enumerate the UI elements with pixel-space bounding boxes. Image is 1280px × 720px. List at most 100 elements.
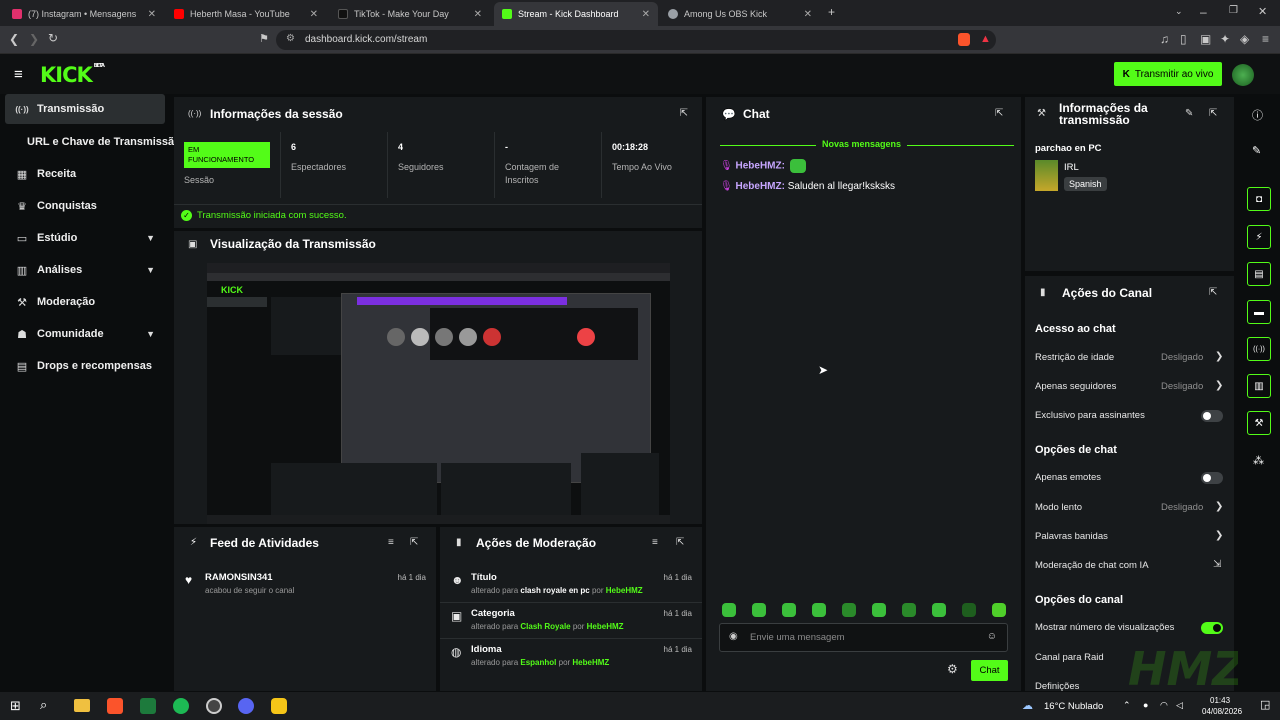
kick-logo[interactable]: KICK BETA	[40, 63, 105, 87]
sidebar-item-url-key[interactable]: URL e Chave de Transmissão	[5, 127, 175, 157]
chevron-right-icon[interactable]: ❯	[1215, 351, 1223, 362]
go-live-button[interactable]: K Transmitir ao vivo	[1114, 62, 1222, 86]
chevron-right-icon[interactable]: ❯	[1215, 501, 1223, 512]
sidebar-item-drops[interactable]: ▤ Drops e recompensas	[5, 351, 165, 381]
document-icon[interactable]: ▤	[1247, 262, 1271, 286]
send-chat-button[interactable]: Chat	[971, 660, 1008, 681]
badge-icon[interactable]: ◉	[729, 631, 738, 642]
emote-icon[interactable]	[752, 603, 766, 617]
capture-icon[interactable]: ◘	[1247, 187, 1271, 211]
obs-icon[interactable]	[206, 698, 222, 714]
close-icon[interactable]: ✕	[310, 9, 318, 20]
slow-mode-option[interactable]: Modo lento	[1035, 502, 1082, 513]
volume-icon[interactable]: ◁	[1176, 700, 1183, 711]
filter-icon[interactable]: ≡	[652, 537, 658, 548]
layout-icon[interactable]: ▥	[1247, 374, 1271, 398]
emote-icon[interactable]	[962, 603, 976, 617]
windows-start-icon[interactable]: ⊞	[10, 698, 21, 714]
ai-moderation-option[interactable]: Moderação de chat com IA	[1035, 560, 1149, 571]
brave-browser-icon[interactable]	[107, 698, 123, 714]
browser-tab-kick[interactable]: Stream - Kick Dashboard ✕	[494, 2, 658, 26]
category-thumbnail[interactable]	[1035, 160, 1058, 191]
browser-tab-instagram[interactable]: (7) Instagram • Mensagens ✕	[4, 2, 164, 26]
filter-icon[interactable]: ≡	[388, 537, 394, 548]
reload-icon[interactable]: ↻	[48, 31, 58, 45]
banned-words-option[interactable]: Palavras banidas	[1035, 531, 1108, 542]
emote-icon[interactable]	[992, 603, 1006, 617]
vpn-icon[interactable]: ◈	[1240, 32, 1249, 46]
info-icon[interactable]: ⓘ	[1252, 107, 1263, 123]
close-window-icon[interactable]: ✕	[1258, 5, 1267, 18]
broadcast-icon[interactable]: ((·))	[1247, 337, 1271, 361]
maximize-icon[interactable]: ❐	[1229, 5, 1238, 16]
sidebar-toggle-icon[interactable]: ▯	[1180, 32, 1187, 46]
search-icon[interactable]: ⌕	[40, 697, 47, 713]
browser-tab-tiktok[interactable]: TikTok - Make Your Day ✕	[330, 2, 490, 26]
tray-chevron-icon[interactable]: ⌃	[1123, 700, 1131, 711]
wallet-icon[interactable]: ▣	[1200, 32, 1211, 46]
menu-icon[interactable]: ≡	[1262, 32, 1269, 46]
close-icon[interactable]: ✕	[804, 9, 812, 20]
spotify-icon[interactable]	[173, 698, 189, 714]
media-icon[interactable]: ♫	[1160, 32, 1169, 46]
chevron-right-icon[interactable]: ❯	[1215, 380, 1223, 391]
notifications-icon[interactable]: ◲	[1260, 698, 1270, 711]
sidebar-item-conquistas[interactable]: ♛ Conquistas	[5, 191, 165, 221]
wrench-icon[interactable]: ⚒	[1247, 411, 1271, 435]
stream-preview-video[interactable]: KICK	[207, 263, 670, 524]
tray-app-icon[interactable]: ●	[1143, 700, 1148, 710]
ai-icon[interactable]: ✦	[1220, 32, 1230, 46]
tab-search-icon[interactable]: ⌄	[1175, 6, 1183, 17]
app-icon[interactable]	[271, 698, 287, 714]
gear-icon[interactable]: ⚙	[947, 662, 958, 676]
community-icon[interactable]: ⁂	[1253, 454, 1264, 467]
sidebar-item-estudio[interactable]: ▭ Estúdio ▼	[5, 223, 165, 253]
subscribers-only-toggle[interactable]	[1201, 410, 1223, 422]
emotes-only-toggle[interactable]	[1201, 472, 1223, 484]
emote-icon[interactable]	[842, 603, 856, 617]
sidebar-item-receita[interactable]: ▦ Receita	[5, 159, 165, 189]
site-info-icon[interactable]: ⚙	[286, 33, 295, 44]
chat-icon[interactable]: ▬	[1247, 300, 1271, 324]
raid-channel-option[interactable]: Canal para Raid	[1035, 652, 1104, 663]
popout-icon[interactable]: ⇱	[676, 537, 684, 548]
category-name[interactable]: IRL	[1064, 162, 1079, 173]
emote-icon[interactable]	[812, 603, 826, 617]
rewards-icon[interactable]: ▲	[980, 33, 991, 45]
emote-icon[interactable]	[782, 603, 796, 617]
wifi-icon[interactable]: ◠	[1160, 700, 1168, 711]
weather-text[interactable]: 16°C Nublado	[1044, 701, 1103, 712]
minimize-icon[interactable]: –	[1200, 5, 1207, 19]
sidebar-item-analises[interactable]: ▥ Análises ▼	[5, 255, 165, 285]
external-link-icon[interactable]: ⇲	[1213, 559, 1221, 570]
brave-shield-icon[interactable]	[958, 33, 970, 46]
close-icon[interactable]: ✕	[148, 9, 156, 20]
bookmark-icon[interactable]: ⚑	[259, 32, 269, 45]
chat-input[interactable]: ◉ Envie uma mensagem ☺	[719, 623, 1008, 652]
clock-time[interactable]: 01:43	[1210, 696, 1230, 705]
popout-icon[interactable]: ⇱	[410, 537, 418, 548]
discord-icon[interactable]	[238, 698, 254, 714]
forward-icon[interactable]: ❯	[29, 32, 39, 46]
emoji-icon[interactable]: ☺	[987, 631, 997, 642]
popout-icon[interactable]: ⇱	[1209, 108, 1217, 119]
emote-icon[interactable]	[872, 603, 886, 617]
chevron-right-icon[interactable]: ❯	[1215, 530, 1223, 541]
address-bar[interactable]: ⚙ dashboard.kick.com/stream	[276, 30, 996, 50]
back-icon[interactable]: ❮	[9, 32, 19, 46]
emote-icon[interactable]	[902, 603, 916, 617]
sidebar-item-moderacao[interactable]: ⚒ Moderação	[5, 287, 165, 317]
popout-icon[interactable]: ⇱	[995, 108, 1003, 119]
file-explorer-icon[interactable]	[74, 699, 90, 712]
settings-option[interactable]: Definições	[1035, 681, 1079, 691]
lightning-icon[interactable]: ⚡	[1247, 225, 1271, 249]
show-views-toggle[interactable]	[1201, 622, 1223, 634]
followers-only-option[interactable]: Apenas seguidores	[1035, 381, 1116, 392]
sidebar-item-transmissao[interactable]: ((·)) Transmissão	[5, 94, 165, 124]
close-icon[interactable]: ✕	[642, 9, 650, 20]
new-tab-icon[interactable]: +	[828, 5, 835, 19]
hamburger-menu-icon[interactable]: ≡	[14, 66, 23, 83]
edit-icon[interactable]: ✎	[1185, 108, 1193, 119]
sidebar-item-comunidade[interactable]: ☗ Comunidade ▼	[5, 319, 165, 349]
avatar[interactable]	[1232, 64, 1254, 86]
